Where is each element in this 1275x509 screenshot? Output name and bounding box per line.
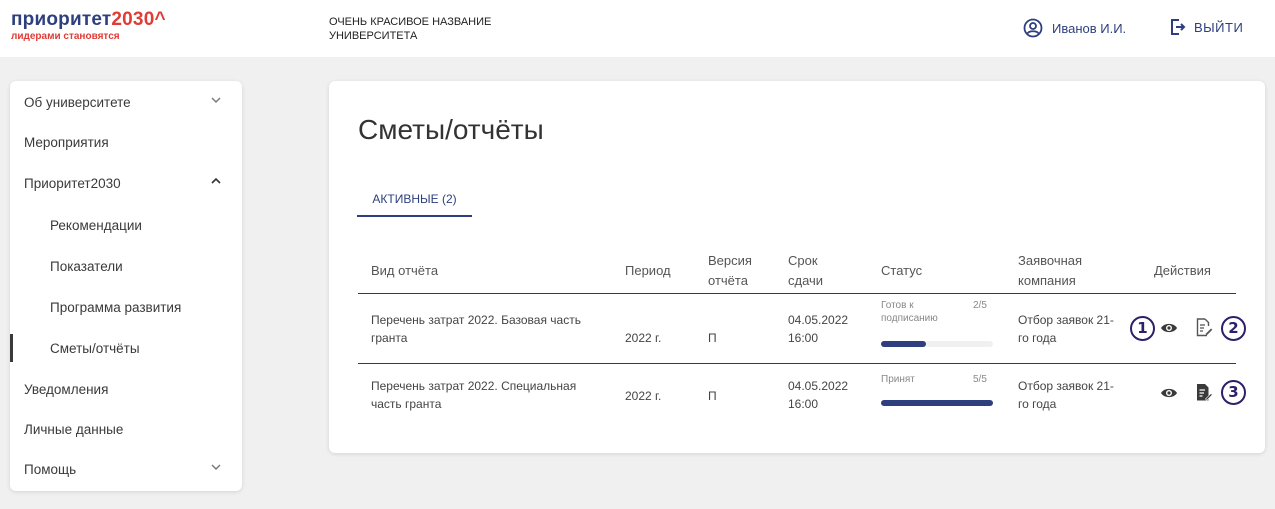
column-header-period: Период bbox=[625, 263, 671, 278]
column-header-actions: Действия bbox=[1154, 263, 1211, 278]
column-header-version: Версия отчёта bbox=[708, 253, 752, 288]
column-header-status: Статус bbox=[881, 263, 923, 278]
sidebar-item-priority2030[interactable]: Приоритет2030 bbox=[10, 163, 242, 203]
progress-fill bbox=[881, 341, 926, 347]
cell-report-type: Перечень затрат 2022. Специальная часть … bbox=[371, 379, 577, 411]
user-icon bbox=[1023, 18, 1043, 38]
logo[interactable]: приоритет2030^ лидерами становятся bbox=[11, 10, 166, 43]
sidebar-item-indicators[interactable]: Показатели bbox=[10, 246, 242, 286]
logo-slogan: лидерами становятся bbox=[11, 31, 120, 42]
cell-version: П bbox=[708, 389, 717, 403]
status-count: 5/5 bbox=[973, 374, 987, 385]
logout-label: ВЫЙТИ bbox=[1194, 19, 1244, 35]
status-progress-bar bbox=[881, 341, 993, 347]
sidebar-item-label: Уведомления bbox=[24, 381, 109, 397]
sidebar-item-label: Показатели bbox=[50, 258, 123, 274]
user-name: Иванов И.И. bbox=[1052, 20, 1127, 36]
main-card: Сметы/отчёты АКТИВНЫЕ (2) Вид отчёта Пер… bbox=[329, 81, 1265, 453]
tab-active[interactable]: АКТИВНЫЕ (2) bbox=[357, 185, 472, 217]
table-divider bbox=[358, 363, 1236, 364]
status-count: 2/5 bbox=[973, 300, 987, 311]
chevron-down-icon bbox=[211, 97, 221, 103]
university-name: ОЧЕНЬ КРАСИВОЕ НАЗВАНИЕ УНИВЕРСИТЕТА bbox=[329, 16, 492, 42]
eye-icon[interactable] bbox=[1160, 386, 1178, 400]
sidebar-item-notifications[interactable]: Уведомления bbox=[10, 369, 242, 409]
logo-text: приоритет bbox=[11, 9, 112, 30]
sidebar-item-label: Приоритет2030 bbox=[24, 175, 121, 191]
progress-fill bbox=[881, 400, 993, 406]
sidebar-item-development-program[interactable]: Программа развития bbox=[10, 287, 242, 327]
sidebar-item-estimates-reports[interactable]: Сметы/отчёты bbox=[10, 328, 242, 368]
table-divider bbox=[358, 293, 1236, 294]
sidebar-item-events[interactable]: Мероприятия bbox=[10, 122, 242, 162]
cell-report-type: Перечень затрат 2022. Базовая часть гран… bbox=[371, 313, 581, 345]
column-header-deadline: Срок сдачи bbox=[788, 253, 824, 288]
sidebar-item-label: Личные данные bbox=[24, 421, 124, 437]
sidebar: Об университете Мероприятия Приоритет203… bbox=[10, 81, 242, 491]
user-menu[interactable]: Иванов И.И. bbox=[1023, 18, 1126, 38]
chevron-up-icon bbox=[211, 177, 221, 184]
cell-deadline: 04.05.2022 16:00 bbox=[788, 313, 849, 345]
sidebar-item-label: Помощь bbox=[24, 461, 77, 477]
status-text: Готов к подписанию bbox=[881, 300, 938, 324]
sidebar-item-recommendations[interactable]: Рекомендации bbox=[10, 205, 242, 245]
logo-accent: 2030^ bbox=[111, 9, 166, 30]
logout-button[interactable]: ВЫЙТИ bbox=[1170, 18, 1243, 36]
cell-company: Отбор заявок 21- го года bbox=[1018, 313, 1114, 345]
annotation-badge-2: 2 bbox=[1221, 316, 1246, 341]
document-signed-icon[interactable] bbox=[1195, 383, 1213, 402]
sidebar-item-about[interactable]: Об университете bbox=[10, 82, 242, 122]
logout-icon bbox=[1171, 19, 1186, 35]
document-sign-icon[interactable] bbox=[1195, 318, 1213, 337]
sidebar-item-label: Рекомендации bbox=[50, 217, 142, 233]
sidebar-item-label: Мероприятия bbox=[24, 134, 109, 150]
sidebar-item-personal-data[interactable]: Личные данные bbox=[10, 409, 242, 449]
sidebar-item-label: Программа развития bbox=[50, 299, 182, 315]
cell-period: 2022 г. bbox=[625, 331, 662, 345]
eye-icon[interactable] bbox=[1160, 321, 1178, 335]
sidebar-item-label: Сметы/отчёты bbox=[50, 340, 140, 356]
annotation-badge-3: 3 bbox=[1221, 380, 1246, 405]
top-header: приоритет2030^ лидерами становятся ОЧЕНЬ… bbox=[0, 0, 1275, 57]
status-text: Принят bbox=[881, 374, 915, 385]
cell-deadline: 04.05.2022 16:00 bbox=[788, 379, 849, 411]
chevron-down-icon bbox=[211, 464, 221, 470]
column-header-company: Заявочная компания bbox=[1018, 253, 1083, 288]
cell-period: 2022 г. bbox=[625, 389, 662, 403]
sidebar-item-help[interactable]: Помощь bbox=[10, 449, 242, 489]
cell-company: Отбор заявок 21- го года bbox=[1018, 379, 1114, 411]
cell-version: П bbox=[708, 331, 717, 345]
status-progress-bar bbox=[881, 400, 993, 406]
column-header-type: Вид отчёта bbox=[371, 263, 439, 278]
sidebar-item-label: Об университете bbox=[24, 94, 131, 110]
annotation-badge-1: 1 bbox=[1130, 316, 1155, 341]
page-title: Сметы/отчёты bbox=[358, 114, 544, 145]
